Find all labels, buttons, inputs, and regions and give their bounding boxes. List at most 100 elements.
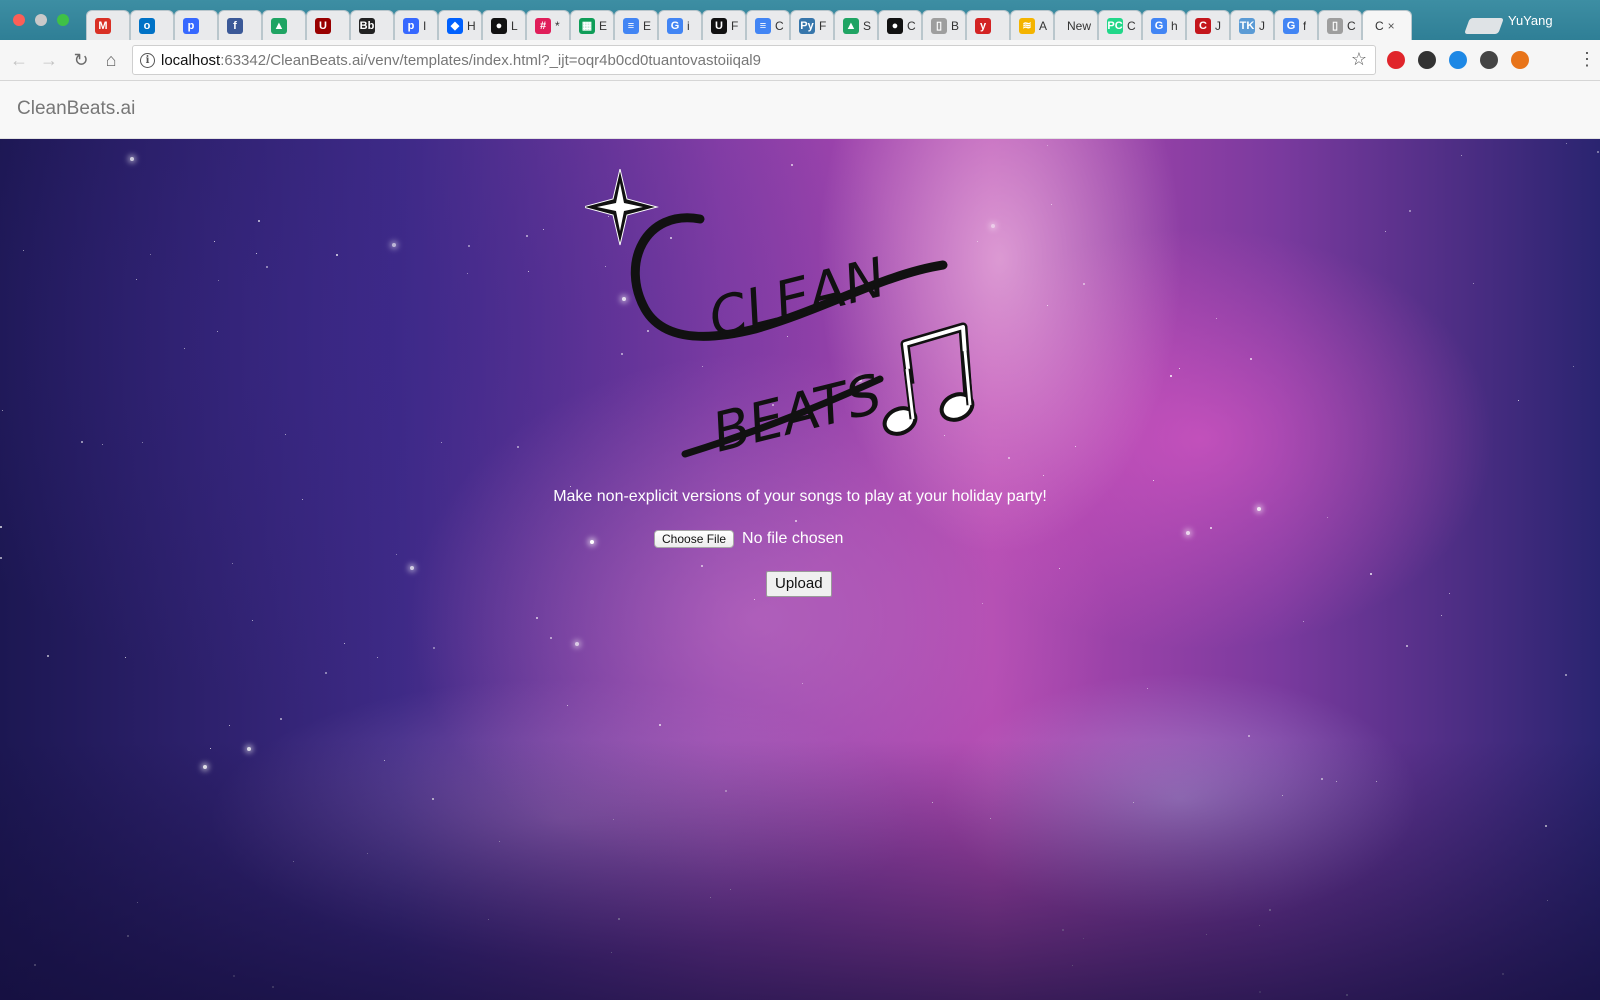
- usc-icon: U: [315, 17, 331, 34]
- opera-icon[interactable]: [1387, 51, 1405, 69]
- background-star: [1186, 531, 1190, 535]
- background-star: [441, 442, 442, 443]
- background-star: [203, 765, 207, 769]
- back-icon[interactable]: ←: [8, 49, 30, 71]
- file-input[interactable]: Choose File No file chosen: [654, 529, 843, 549]
- browser-tab[interactable]: p: [174, 10, 218, 40]
- tab-title: A: [1039, 18, 1048, 33]
- close-window-button[interactable]: [13, 14, 25, 26]
- browser-tab[interactable]: New: [1054, 10, 1098, 40]
- slack-icon: #: [535, 17, 551, 34]
- browser-tab[interactable]: ≋ A: [1010, 10, 1054, 40]
- new-tab-button[interactable]: [1464, 18, 1504, 34]
- close-tab-icon[interactable]: ×: [1388, 19, 1395, 33]
- home-icon[interactable]: ⌂: [100, 49, 122, 71]
- choose-file-button[interactable]: Choose File: [654, 530, 735, 548]
- browser-tab[interactable]: PC C: [1098, 10, 1142, 40]
- browser-tab[interactable]: pI: [394, 10, 438, 40]
- browser-tab[interactable]: ▯ B: [922, 10, 966, 40]
- outlook-icon: o: [139, 17, 155, 34]
- browser-tab[interactable]: ▲: [262, 10, 306, 40]
- browser-tab[interactable]: Gf: [1274, 10, 1318, 40]
- background-star: [1441, 615, 1442, 616]
- background-star: [1282, 795, 1283, 796]
- background-star: [754, 599, 755, 600]
- browser-tab[interactable]: y: [966, 10, 1010, 40]
- browser-tab[interactable]: Bb: [350, 10, 394, 40]
- browser-tab[interactable]: Gi: [658, 10, 702, 40]
- background-star: [1170, 375, 1172, 377]
- maximize-window-button[interactable]: [57, 14, 69, 26]
- browser-tab[interactable]: f: [218, 10, 262, 40]
- hero-background: CLEAN BEATS Make non-explicit versions o…: [0, 139, 1600, 1000]
- background-star: [392, 243, 396, 247]
- wrench-icon[interactable]: [1480, 51, 1498, 69]
- background-star: [184, 348, 185, 349]
- background-star: [432, 798, 434, 800]
- tab-title: C: [775, 18, 784, 33]
- browser-tab[interactable]: M: [86, 10, 130, 40]
- url-text[interactable]: localhost:63342/CleanBeats.ai/venv/templ…: [161, 52, 761, 69]
- file-status: No file chosen: [742, 530, 844, 547]
- tab-title: F: [819, 18, 827, 33]
- tab-title: *: [555, 18, 560, 33]
- browser-tab[interactable]: ▦ E: [570, 10, 614, 40]
- browser-tab[interactable]: TK J: [1230, 10, 1274, 40]
- browser-tab[interactable]: U: [306, 10, 350, 40]
- address-bar[interactable]: i localhost:63342/CleanBeats.ai/venv/tem…: [132, 45, 1376, 75]
- background-star: [233, 975, 235, 977]
- dark-mode-icon[interactable]: [1418, 51, 1436, 69]
- browser-tab[interactable]: ▲ S: [834, 10, 878, 40]
- forward-icon[interactable]: →: [38, 49, 60, 71]
- upload-button[interactable]: Upload: [766, 571, 832, 597]
- background-star: [130, 157, 134, 161]
- browser-tab[interactable]: C ×: [1362, 10, 1412, 40]
- browser-tab[interactable]: Py F: [790, 10, 834, 40]
- background-star: [256, 253, 257, 254]
- browser-tab[interactable]: UF: [702, 10, 746, 40]
- browser-menu-icon[interactable]: ⋮: [1578, 48, 1596, 70]
- background-star: [1072, 965, 1073, 966]
- page-icon: ≋: [1019, 17, 1035, 34]
- background-star: [1449, 593, 1450, 594]
- background-star: [730, 889, 731, 890]
- browser-toolbar: ← → ↻ ⌂ i localhost:63342/CleanBeats.ai/…: [0, 40, 1600, 81]
- browser-tab[interactable]: ≡ E: [614, 10, 658, 40]
- profile-name[interactable]: YuYang: [1508, 13, 1553, 28]
- background-star: [272, 986, 274, 988]
- bookmark-star-icon[interactable]: ☆: [1351, 49, 1367, 70]
- background-star: [725, 790, 727, 792]
- background-star: [1461, 155, 1462, 156]
- reload-icon[interactable]: ↻: [70, 49, 92, 71]
- google-icon: G: [1283, 17, 1299, 34]
- shield-icon[interactable]: [1511, 51, 1529, 69]
- facebook-icon: f: [227, 17, 243, 34]
- background-star: [1545, 825, 1547, 827]
- site-navbar: CleanBeats.ai: [0, 81, 1600, 139]
- background-star: [990, 818, 991, 819]
- browser-tab[interactable]: ● C: [878, 10, 922, 40]
- info-icon[interactable]: i: [140, 53, 155, 68]
- background-star: [526, 235, 528, 237]
- browser-tab[interactable]: Gh: [1142, 10, 1186, 40]
- browser-tab[interactable]: CJ: [1186, 10, 1230, 40]
- minimize-window-button[interactable]: [35, 14, 47, 26]
- brand-link[interactable]: CleanBeats.ai: [17, 98, 135, 120]
- browser-tab[interactable]: ◆ H: [438, 10, 482, 40]
- background-star: [266, 266, 268, 268]
- pandora-icon: p: [183, 17, 199, 34]
- background-star: [325, 672, 327, 674]
- background-star: [1153, 480, 1154, 481]
- background-star: [1047, 305, 1048, 306]
- browser-tab[interactable]: # *: [526, 10, 570, 40]
- browser-tab[interactable]: ▯ C: [1318, 10, 1362, 40]
- background-star: [567, 705, 568, 706]
- pycharm-icon: PC: [1107, 17, 1123, 34]
- background-star: [336, 254, 338, 256]
- browser-tab[interactable]: ≡ C: [746, 10, 790, 40]
- tab-title: B: [951, 18, 960, 33]
- lightbulb-icon[interactable]: [1449, 51, 1467, 69]
- browser-tab[interactable]: ● L: [482, 10, 526, 40]
- browser-tab[interactable]: o: [130, 10, 174, 40]
- background-star: [590, 540, 594, 544]
